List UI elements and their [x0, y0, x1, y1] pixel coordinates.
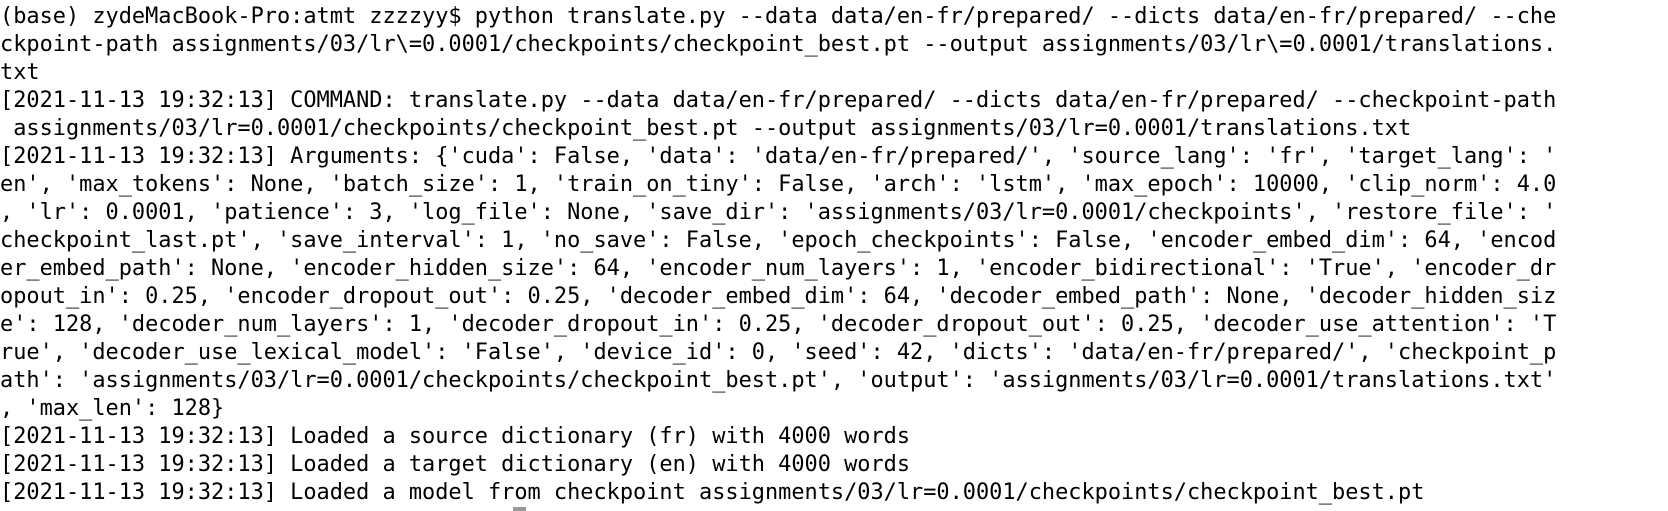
terminal-line: [2021-11-13 19:32:13] COMMAND: translate…	[0, 88, 1557, 113]
terminal-line: (base) zydeMacBook-Pro:atmt zzzzyy$ pyth…	[0, 4, 1557, 29]
terminal-line: ckpoint-path assignments/03/lr\=0.0001/c…	[0, 32, 1557, 57]
terminal-line: assignments/03/lr=0.0001/checkpoints/che…	[0, 116, 1412, 141]
terminal-line: [2021-11-13 19:32:13] Loaded a source di…	[0, 424, 911, 449]
terminal-line: en', 'max_tokens': None, 'batch_size': 1…	[0, 172, 1557, 197]
terminal-line: [2021-11-13 19:32:13] Arguments: {'cuda'…	[0, 144, 1557, 169]
terminal-cursor	[513, 507, 526, 511]
terminal-line: checkpoint_last.pt', 'save_interval': 1,…	[0, 228, 1557, 253]
terminal-line: ath': 'assignments/03/lr=0.0001/checkpoi…	[0, 368, 1557, 393]
terminal-line: txt	[0, 60, 40, 85]
terminal-line: opout_in': 0.25, 'encoder_dropout_out': …	[0, 284, 1557, 309]
terminal-line: er_embed_path': None, 'encoder_hidden_si…	[0, 256, 1557, 281]
terminal-line: rue', 'decoder_use_lexical_model': 'Fals…	[0, 340, 1557, 365]
terminal-line: , 'lr': 0.0001, 'patience': 3, 'log_file…	[0, 200, 1557, 225]
terminal-line: , 'max_len': 128}	[0, 396, 225, 421]
terminal-window[interactable]: (base) zydeMacBook-Pro:atmt zzzzyy$ pyth…	[0, 0, 1668, 511]
terminal-line: [2021-11-13 19:32:13] Loaded a target di…	[0, 452, 911, 477]
terminal-line: e': 128, 'decoder_num_layers': 1, 'decod…	[0, 312, 1557, 337]
terminal-line: [2021-11-13 19:32:13] Loaded a model fro…	[0, 480, 1425, 505]
